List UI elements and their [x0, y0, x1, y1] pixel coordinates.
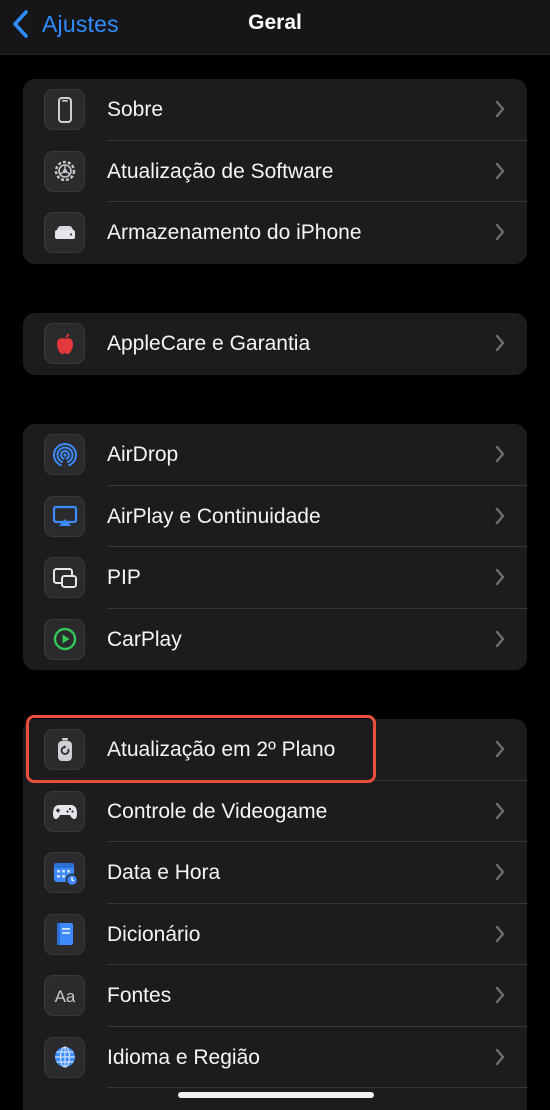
- row-label: Dicionário: [107, 922, 201, 946]
- chevron-right-icon: [495, 1048, 505, 1065]
- row-airplay[interactable]: AirPlay e Continuidade: [23, 486, 527, 547]
- settings-group-connectivity: AirDrop AirPlay e Continuidade PIP CarPl…: [23, 424, 527, 670]
- chevron-right-icon: [495, 507, 505, 524]
- settings-group-applecare: AppleCare e Garantia: [23, 313, 527, 375]
- row-label: Armazenamento do iPhone: [107, 221, 362, 244]
- chevron-right-icon: [495, 863, 505, 881]
- chevron-right-icon: [495, 986, 505, 1004]
- apple-icon: [44, 323, 85, 364]
- row-label: PIP: [107, 566, 141, 589]
- svg-text:Aa: Aa: [54, 987, 75, 1006]
- row-date-time[interactable]: Data e Hora: [23, 842, 527, 904]
- row-label: Data e Hora: [107, 861, 221, 884]
- chevron-right-icon: [495, 925, 505, 942]
- fonts-icon: Aa: [44, 975, 85, 1016]
- carplay-icon: [44, 618, 85, 660]
- chevron-right-icon: [495, 100, 505, 118]
- row-sobre[interactable]: Sobre: [23, 79, 527, 141]
- row-label: Sobre: [107, 98, 164, 121]
- row-dictionary[interactable]: Dicionário: [23, 904, 527, 965]
- chevron-right-icon: [495, 802, 505, 819]
- row-applecare[interactable]: AppleCare e Garantia: [23, 313, 527, 375]
- calendar-clock-icon: [44, 852, 85, 893]
- row-language-region[interactable]: Idioma e Região: [23, 1027, 527, 1088]
- page-title: Geral: [248, 11, 302, 34]
- row-label: Idioma e Região: [107, 1045, 260, 1069]
- row-label: Controle de Videogame: [107, 799, 328, 823]
- airdrop-icon: [44, 434, 85, 475]
- row-game-controller[interactable]: Controle de Videogame: [23, 781, 527, 842]
- phone-icon: [44, 89, 85, 130]
- gamepad-icon: [44, 790, 85, 832]
- row-pip[interactable]: PIP: [23, 547, 527, 609]
- chevron-right-icon: [495, 568, 505, 586]
- pip-icon: [44, 557, 85, 598]
- row-label: Fontes: [107, 984, 172, 1007]
- chevron-right-icon: [495, 162, 505, 179]
- drive-icon: [44, 212, 85, 253]
- separator: [107, 1087, 527, 1088]
- book-icon: [44, 913, 85, 955]
- row-label: AppleCare e Garantia: [107, 332, 311, 355]
- highlight-annotation: [26, 715, 376, 783]
- row-label: CarPlay: [107, 627, 182, 651]
- home-indicator: [178, 1092, 374, 1098]
- chevron-right-icon: [495, 334, 505, 352]
- row-label: AirDrop: [107, 443, 179, 466]
- chevron-right-icon: [495, 223, 505, 241]
- row-airdrop[interactable]: AirDrop: [23, 424, 527, 486]
- row-software-update[interactable]: Atualização de Software: [23, 141, 527, 202]
- airplay-icon: [44, 495, 85, 537]
- navigation-bar: Ajustes Geral: [0, 0, 550, 55]
- chevron-right-icon: [495, 740, 505, 758]
- row-fonts[interactable]: Aa Fontes: [23, 965, 527, 1027]
- row-carplay[interactable]: CarPlay: [23, 609, 527, 671]
- gear-icon: [44, 150, 85, 192]
- globe-icon: [44, 1036, 85, 1078]
- chevron-right-icon: [495, 445, 505, 463]
- row-iphone-storage[interactable]: Armazenamento do iPhone: [23, 202, 527, 264]
- chevron-right-icon: [495, 630, 505, 647]
- settings-group-about: Sobre Atualização de Software Armazename…: [23, 79, 527, 264]
- row-label: AirPlay e Continuidade: [107, 504, 321, 528]
- row-label: Atualização de Software: [107, 159, 334, 183]
